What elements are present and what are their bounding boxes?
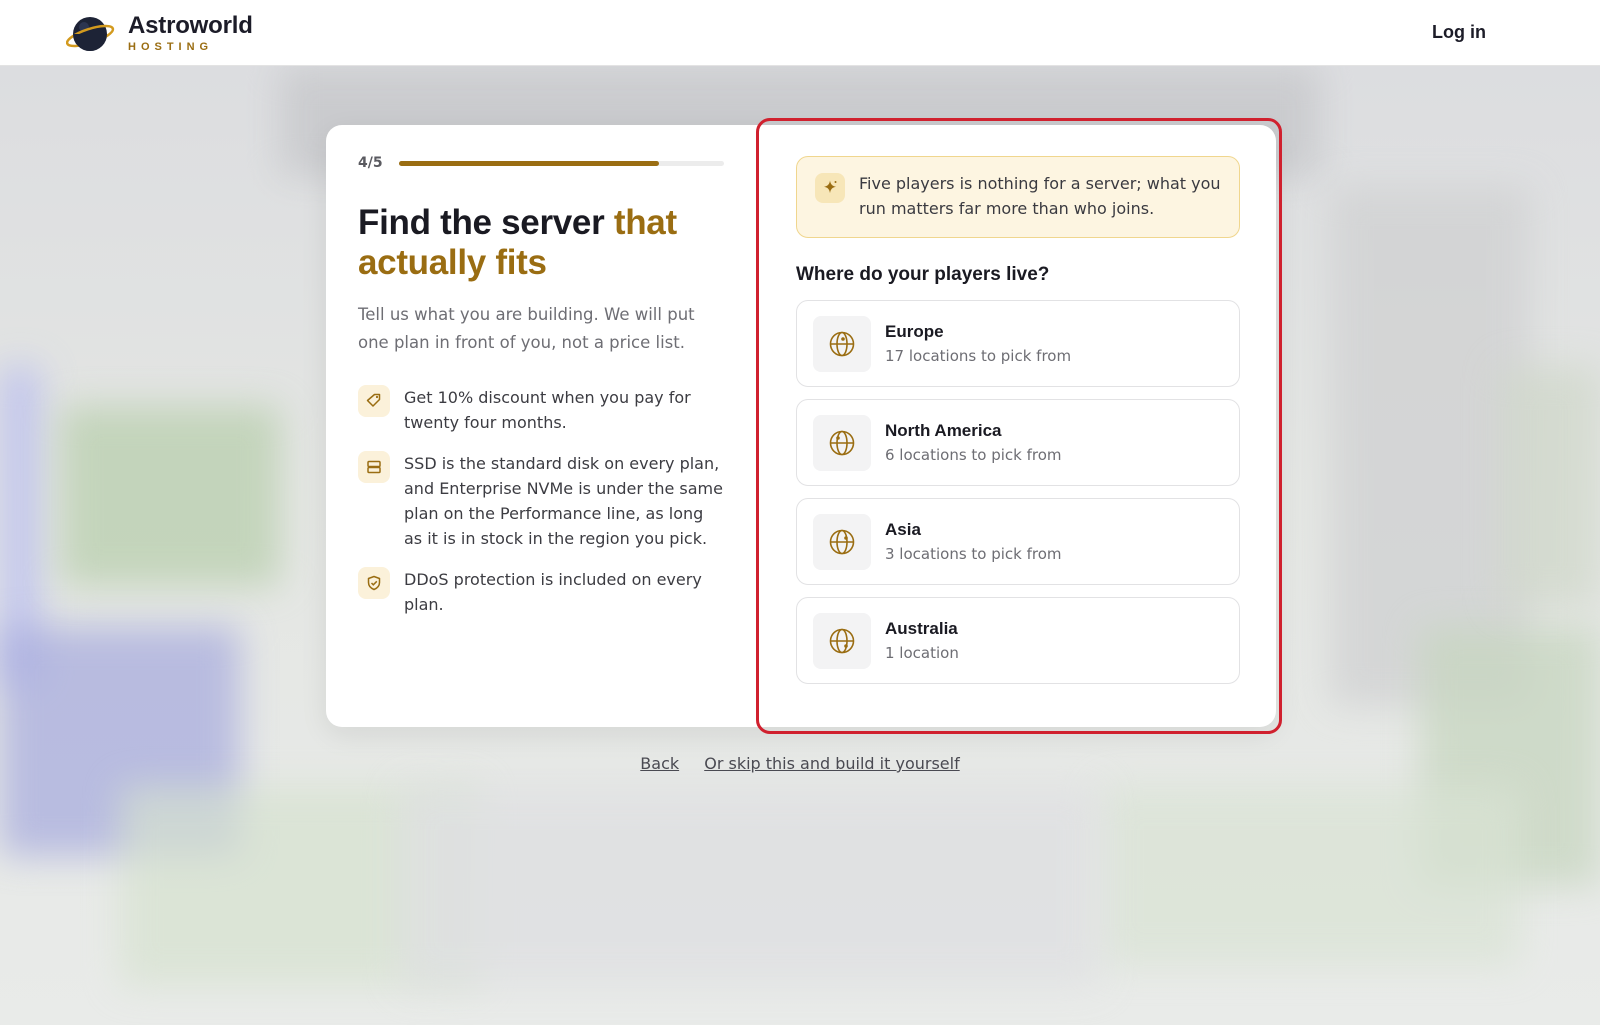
region-name: Europe [885,321,944,341]
globe-icon [813,513,871,570]
skip-link[interactable]: Or skip this and build it yourself [704,754,959,773]
region-question-panel: Five players is nothing for a server; wh… [756,125,1276,727]
wizard-footer-links: Back Or skip this and build it yourself [0,754,1600,773]
shield-icon [358,567,390,599]
region-location-count: 17 locations to pick from [885,346,1072,365]
feature-item-storage: SSD is the standard disk on every plan, … [358,451,724,551]
brand-subtitle: HOSTING [128,41,214,53]
region-location-count: 3 locations to pick from [885,544,1062,563]
tag-icon [358,385,390,417]
intro-panel: 4/5 Find the server that actually fits T… [326,125,756,727]
globe-icon [813,414,871,471]
feature-text: DDoS protection is included on every pla… [404,570,702,614]
globe-icon [813,315,871,372]
step-counter: 4/5 [358,155,383,171]
feature-text: Get 10% discount when you pay for twenty… [404,388,691,432]
progress-fill [399,160,660,166]
intro-text: Tell us what you are building. We will p… [358,305,695,352]
feature-item-ddos: DDoS protection is included on every pla… [358,567,724,617]
region-location-count: 6 locations to pick from [885,445,1062,464]
tip-text: Five players is nothing for a server; wh… [859,174,1221,218]
feature-text: SSD is the standard disk on every plan, … [404,454,723,548]
region-options: Europe 17 locations to pick from North A… [796,300,1240,684]
wizard-card: 4/5 Find the server that actually fits T… [326,125,1276,727]
region-name: North America [885,420,1002,440]
progress-track [399,160,724,166]
region-option-europe[interactable]: Europe 17 locations to pick from [796,300,1240,387]
feature-item-discount: Get 10% discount when you pay for twenty… [358,385,724,435]
region-question: Where do your players live? [796,264,1050,285]
back-link[interactable]: Back [640,754,679,773]
region-name: Australia [885,618,958,638]
top-header: Astroworld HOSTING Log in [0,0,1600,66]
planet-icon [65,12,116,56]
disk-icon [358,451,390,483]
globe-icon [813,612,871,669]
region-option-north-america[interactable]: North America 6 locations to pick from [796,399,1240,486]
brand-logo[interactable]: Astroworld HOSTING [65,12,253,56]
login-link[interactable]: Log in [1432,22,1486,43]
brand-name: Astroworld [128,12,253,39]
region-location-count: 1 location [885,643,959,662]
page-title: Find the server that actually fits [358,203,677,282]
region-option-australia[interactable]: Australia 1 location [796,597,1240,684]
sparkle-icon [815,173,845,203]
feature-list: Get 10% discount when you pay for twenty… [358,385,724,617]
region-name: Asia [885,519,921,539]
progress-indicator: 4/5 [358,155,724,171]
tip-callout: Five players is nothing for a server; wh… [796,156,1240,238]
region-option-asia[interactable]: Asia 3 locations to pick from [796,498,1240,585]
